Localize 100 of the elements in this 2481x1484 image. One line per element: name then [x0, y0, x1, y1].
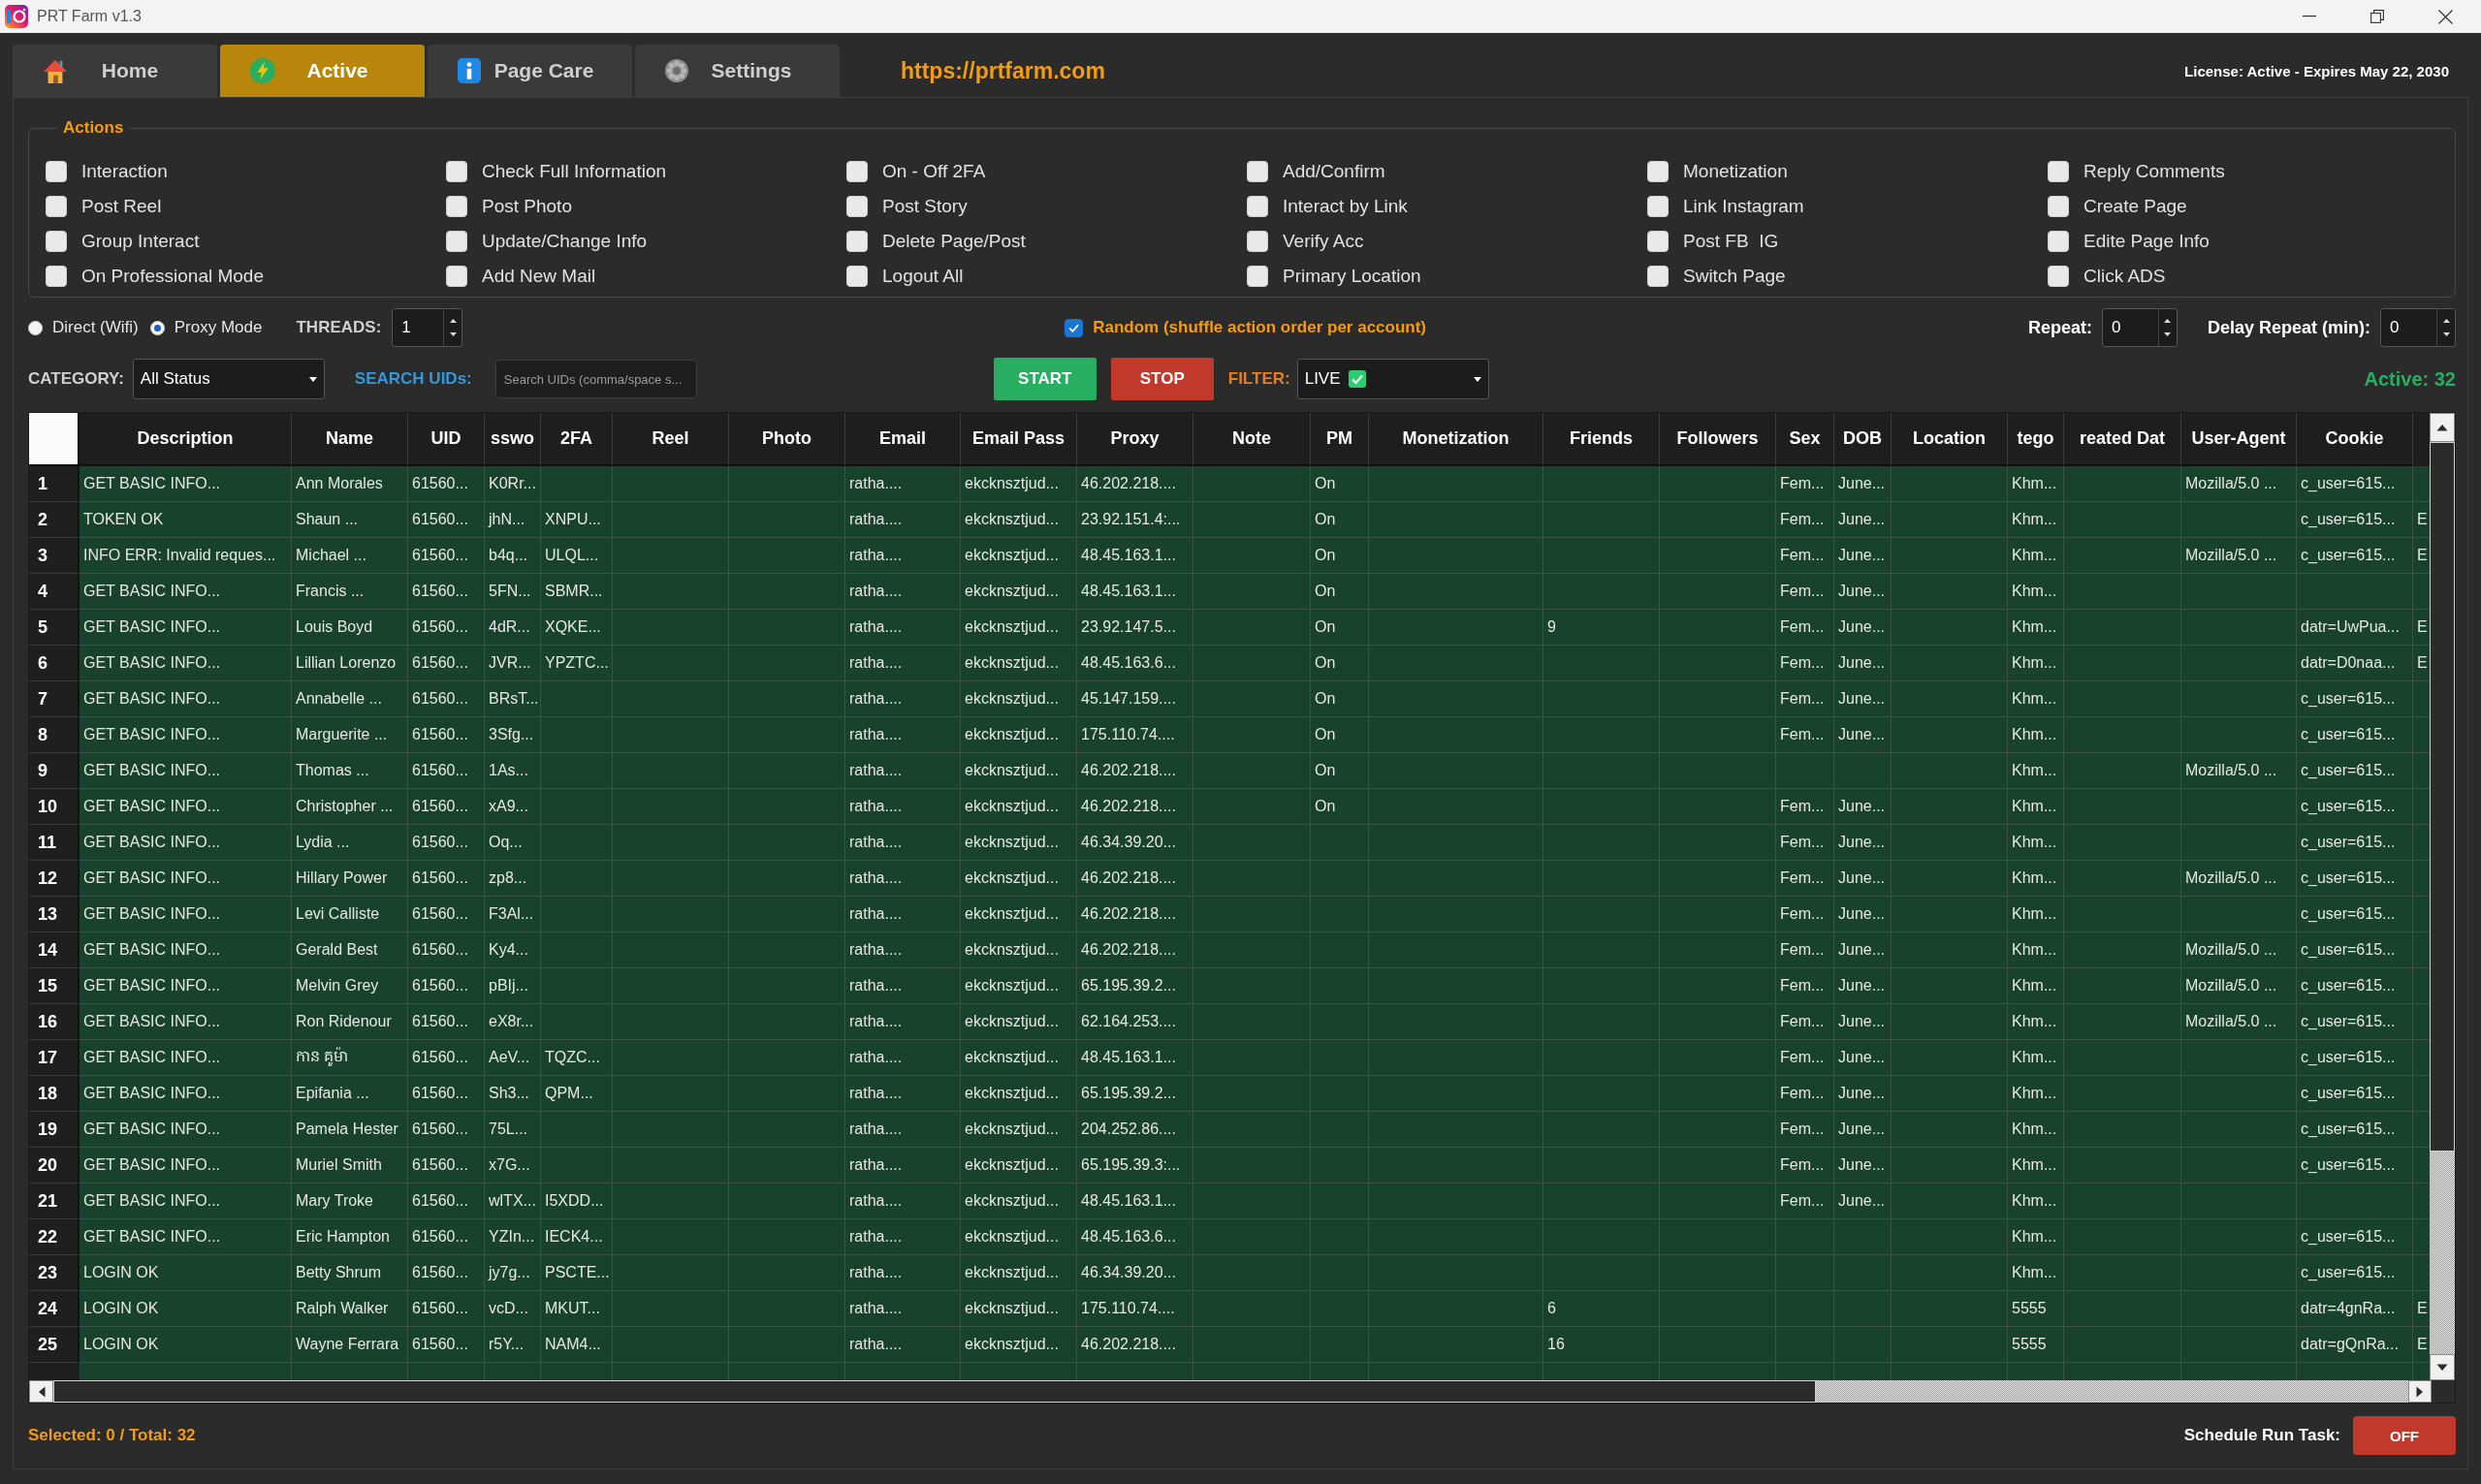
up-caret-icon[interactable]: [449, 319, 457, 323]
column-header[interactable]: Followers: [1660, 413, 1776, 466]
website-link[interactable]: https://prtfarm.com: [901, 57, 1105, 84]
column-header[interactable]: Location: [1892, 413, 2008, 466]
checkbox-label[interactable]: Random (shuffle action order per account): [1093, 318, 1427, 337]
column-header[interactable]: Friends: [1543, 413, 1660, 466]
stop-button[interactable]: STOP: [1110, 358, 1214, 400]
tab[interactable]: Settings: [635, 45, 840, 97]
checkbox-label[interactable]: Post FB IG: [1683, 231, 1779, 252]
row-number[interactable]: 5: [29, 610, 80, 646]
checkbox-label[interactable]: Check Full Information: [482, 161, 667, 182]
caret-icon[interactable]: [1473, 376, 1481, 382]
radio-button[interactable]: [149, 320, 165, 335]
column-header[interactable]: Description: [80, 413, 292, 466]
column-header[interactable]: Proxy: [1077, 413, 1193, 466]
column-header[interactable]: reated Dat: [2064, 413, 2181, 466]
up-caret-icon[interactable]: [2164, 319, 2172, 323]
column-header[interactable]: Note: [1193, 413, 1311, 466]
filter-dropdown[interactable]: LIVE: [1296, 359, 1489, 399]
row-number[interactable]: 4: [29, 574, 80, 610]
scrollbar-thumb[interactable]: [53, 1380, 1817, 1403]
row-number[interactable]: 1: [29, 466, 80, 502]
column-header[interactable]: PM: [1311, 413, 1369, 466]
scroll-left-button[interactable]: [29, 1380, 53, 1403]
scroll-up-button[interactable]: [2430, 413, 2455, 442]
row-number[interactable]: 16: [29, 1004, 80, 1040]
column-header[interactable]: UID: [408, 413, 485, 466]
checkbox-label[interactable]: Post Photo: [482, 196, 572, 217]
close-icon[interactable]: [2438, 9, 2453, 24]
checkbox-label[interactable]: Logout All: [882, 266, 964, 287]
row-number[interactable]: 8: [29, 717, 80, 753]
checkbox-label[interactable]: Verify Acc: [1283, 231, 1364, 252]
checkbox-label[interactable]: Interaction: [81, 161, 168, 182]
checkbox-label[interactable]: Click ADS: [2083, 266, 2166, 287]
up-caret-icon[interactable]: [2442, 319, 2450, 323]
checkbox-label[interactable]: Reply Comments: [2083, 161, 2225, 182]
row-number[interactable]: 13: [29, 897, 80, 932]
column-header[interactable]: tego: [2008, 413, 2064, 466]
minimize-icon[interactable]: [2303, 16, 2316, 17]
repeat-spinbox[interactable]: 0: [2101, 308, 2178, 347]
row-number[interactable]: 21: [29, 1184, 80, 1219]
row-number[interactable]: 19: [29, 1112, 80, 1148]
row-number[interactable]: 14: [29, 932, 80, 968]
row-number[interactable]: 23: [29, 1255, 80, 1291]
radio-label[interactable]: Proxy Mode: [174, 318, 263, 337]
horizontal-scrollbar[interactable]: [29, 1380, 2432, 1403]
scroll-right-button[interactable]: [2408, 1380, 2432, 1403]
checkbox-label[interactable]: Monetization: [1683, 161, 1788, 182]
row-number[interactable]: 9: [29, 753, 80, 789]
radio-label[interactable]: Direct (Wifi): [52, 318, 139, 337]
column-header[interactable]: DOB: [1834, 413, 1892, 466]
row-number[interactable]: 24: [29, 1291, 80, 1327]
down-caret-icon[interactable]: [449, 332, 457, 336]
row-number[interactable]: 22: [29, 1219, 80, 1255]
tab[interactable]: Page Care: [428, 45, 632, 97]
column-header[interactable]: Reel: [613, 413, 729, 466]
column-header[interactable]: Email: [845, 413, 961, 466]
checkbox-label[interactable]: On Professional Mode: [81, 266, 264, 287]
down-caret-icon[interactable]: [2164, 332, 2172, 336]
select-all-corner[interactable]: [29, 413, 80, 466]
row-number[interactable]: 25: [29, 1327, 80, 1363]
column-header[interactable]: Email Pass: [961, 413, 1077, 466]
checkbox-label[interactable]: Group Interact: [81, 231, 200, 252]
vertical-scrollbar[interactable]: [2430, 413, 2455, 1380]
checkbox-label[interactable]: On - Off 2FA: [882, 161, 986, 182]
delay-repeat-spinbox[interactable]: 0: [2380, 308, 2456, 347]
checkbox-label[interactable]: Switch Page: [1683, 266, 1786, 287]
threads-spinbox[interactable]: 1: [392, 308, 463, 347]
category-dropdown[interactable]: All Status: [132, 359, 325, 399]
checkbox[interactable]: [1065, 318, 1084, 337]
row-number[interactable]: 17: [29, 1040, 80, 1076]
down-caret-icon[interactable]: [2442, 332, 2450, 336]
checkbox-label[interactable]: Link Instagram: [1683, 196, 1804, 217]
radio-button[interactable]: [28, 320, 43, 335]
restore-icon[interactable]: [2370, 10, 2384, 23]
checkbox-label[interactable]: Add/Confirm: [1283, 161, 1385, 182]
row-number[interactable]: 18: [29, 1076, 80, 1112]
row-number[interactable]: 11: [29, 825, 80, 861]
column-header[interactable]: Monetization: [1369, 413, 1543, 466]
checkbox-label[interactable]: Update/Change Info: [482, 231, 648, 252]
checkbox-label[interactable]: Delete Page/Post: [882, 231, 1026, 252]
column-header[interactable]: Photo: [729, 413, 845, 466]
tab[interactable]: Home: [13, 45, 217, 97]
row-number[interactable]: 6: [29, 646, 80, 681]
row-number[interactable]: 20: [29, 1148, 80, 1184]
row-number[interactable]: 10: [29, 789, 80, 825]
checkbox-label[interactable]: Post Story: [882, 196, 968, 217]
checkbox-label[interactable]: Post Reel: [81, 196, 162, 217]
column-header[interactable]: Sex: [1776, 413, 1834, 466]
column-header[interactable]: sswo: [485, 413, 541, 466]
row-number[interactable]: 15: [29, 968, 80, 1004]
column-header[interactable]: Cookie: [2297, 413, 2413, 466]
checkbox-label[interactable]: Create Page: [2083, 196, 2187, 217]
row-number[interactable]: 12: [29, 861, 80, 897]
column-header[interactable]: Name: [292, 413, 408, 466]
checkbox-label[interactable]: Primary Location: [1283, 266, 1421, 287]
column-header[interactable]: User-Agent: [2181, 413, 2297, 466]
schedule-toggle-button[interactable]: OFF: [2353, 1416, 2456, 1455]
search-field[interactable]: Search UIDs (comma/space s...: [494, 360, 697, 398]
scroll-down-button[interactable]: [2430, 1354, 2455, 1380]
